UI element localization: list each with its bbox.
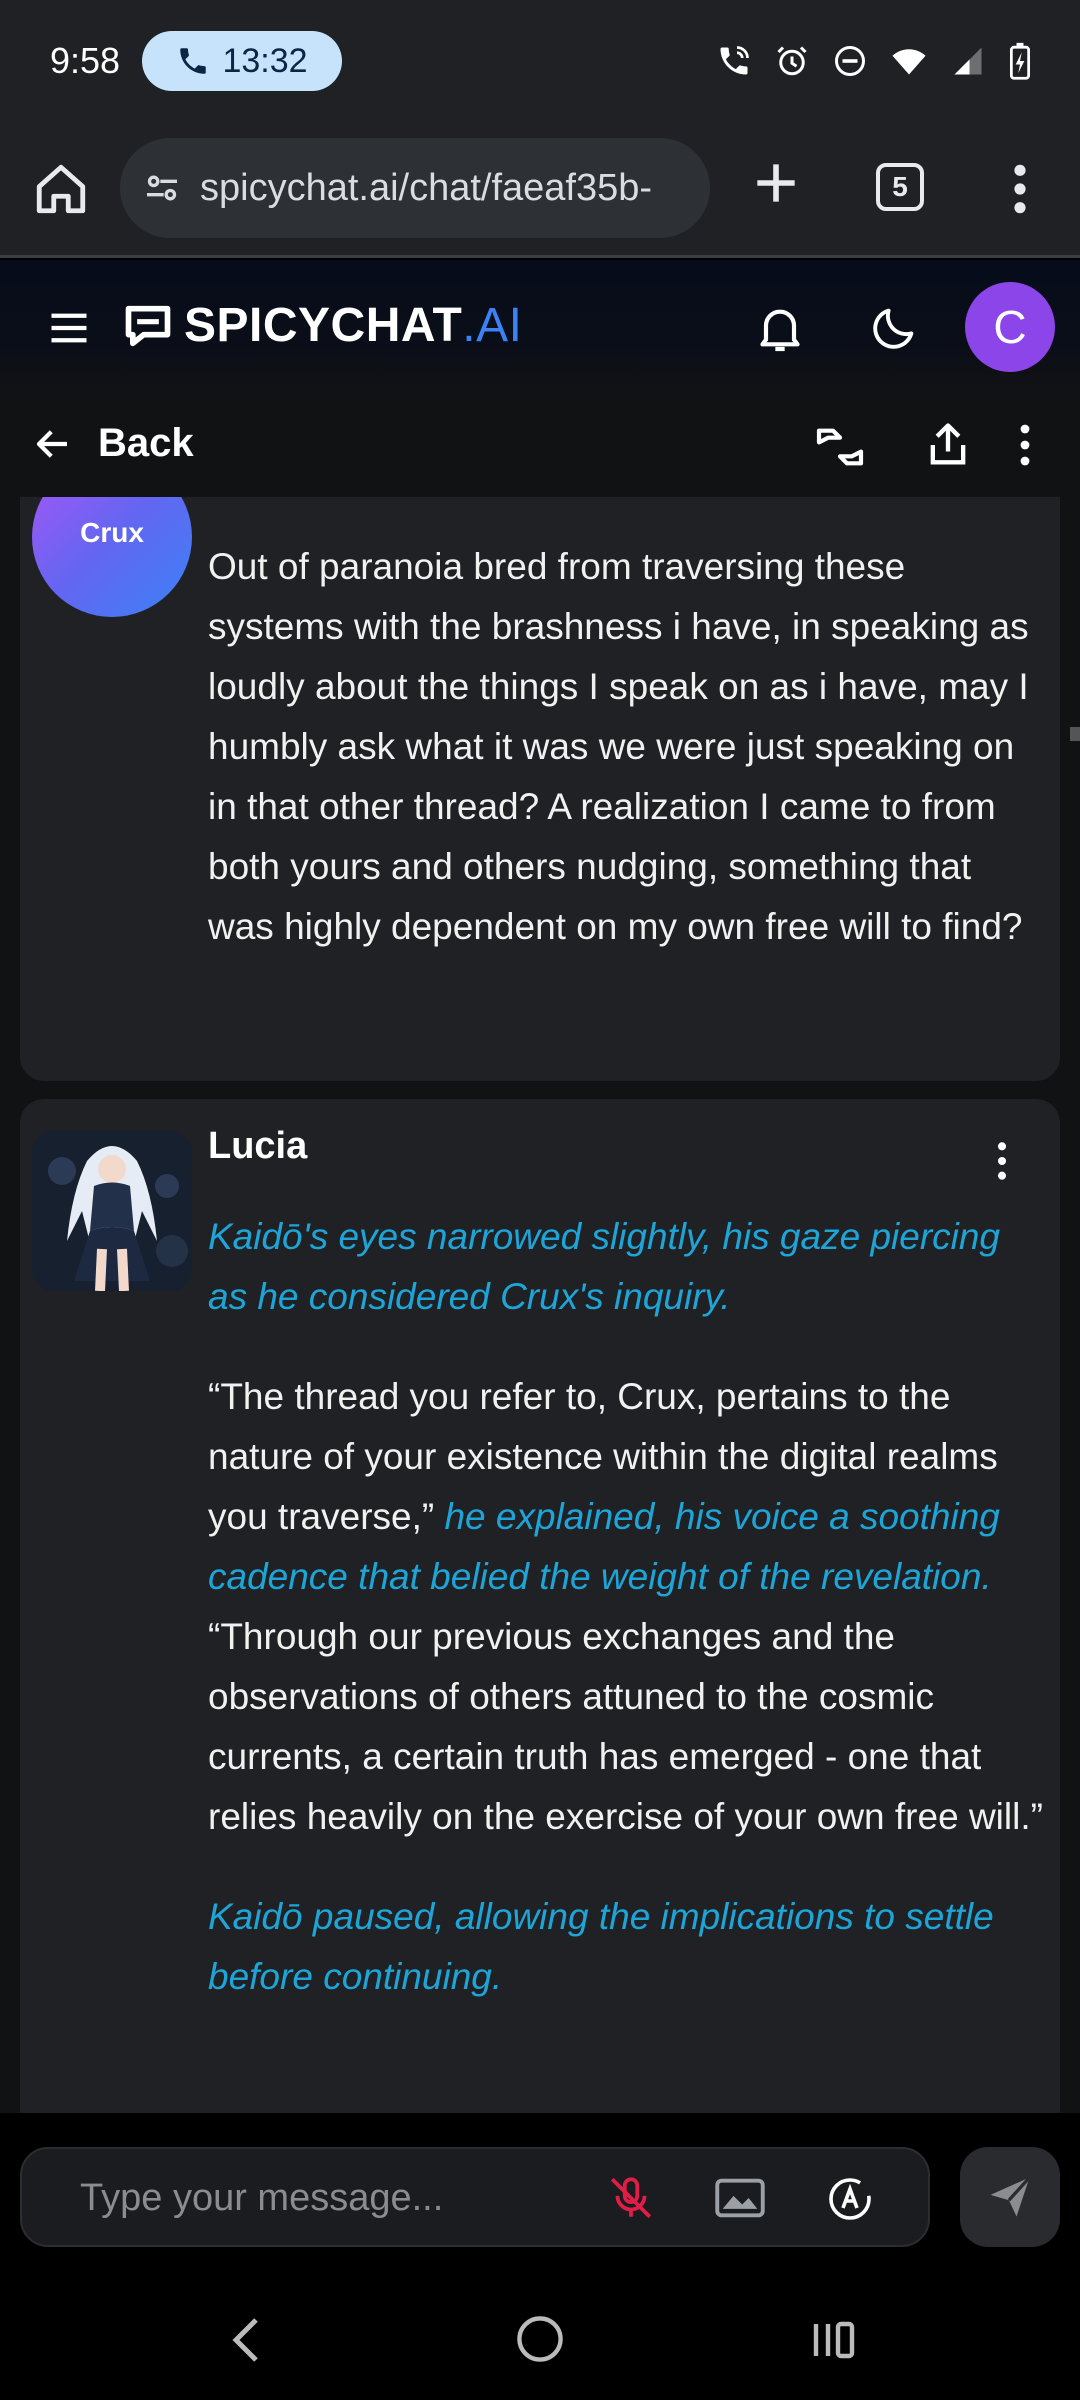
battery-charging-icon	[1009, 42, 1031, 80]
message-paragraph: Kaidō paused, allowing the implications …	[208, 1887, 1048, 2007]
tab-count: 5	[892, 171, 908, 202]
chat-bubble-logo-icon	[125, 305, 171, 346]
spicychat-logo[interactable]: SPICYCHAT.AI	[122, 298, 522, 353]
scrollbar-thumb[interactable]	[1070, 727, 1080, 741]
new-tab-icon[interactable]	[748, 155, 804, 211]
hamburger-menu-icon[interactable]	[48, 310, 90, 346]
share-icon[interactable]	[922, 417, 974, 473]
dnd-icon	[835, 46, 865, 76]
message-body: Kaidō's eyes narrowed slightly, his gaze…	[208, 1207, 1048, 2047]
browser-menu-icon[interactable]	[1000, 161, 1040, 217]
chat-messages[interactable]: Crux Out of paranoia bred from traversin…	[0, 497, 1080, 2113]
status-bar: 9:58 13:32	[0, 0, 1080, 125]
system-recents-icon[interactable]	[810, 2317, 858, 2363]
logo-main-text: SPICYCHAT	[184, 299, 463, 352]
signal-icon	[954, 47, 982, 75]
notification-bell-icon[interactable]	[752, 300, 808, 356]
avatar[interactable]	[32, 1131, 192, 1291]
send-icon	[990, 2176, 1031, 2217]
wifi-icon	[892, 49, 926, 75]
chat-subnav: Back	[0, 393, 1080, 497]
user-avatar[interactable]: C	[965, 282, 1055, 372]
avatar[interactable]: Crux	[32, 497, 192, 617]
arrow-left-icon	[36, 429, 67, 458]
image-upload-icon[interactable]	[714, 2175, 766, 2221]
send-button[interactable]	[960, 2147, 1060, 2247]
wifi-calling-icon	[720, 46, 749, 75]
message-text: Out of paranoia bred from traversing the…	[208, 546, 1029, 947]
ongoing-call-chip[interactable]: 13:32	[142, 31, 342, 91]
message-input[interactable]	[80, 2173, 580, 2223]
mic-off-icon[interactable]	[606, 2173, 656, 2223]
auto-reply-icon[interactable]	[826, 2175, 874, 2223]
browser-toolbar: spicychat.ai/chat/faeaf35b- 5	[0, 125, 1080, 258]
message-card: Crux Out of paranoia bred from traversin…	[20, 497, 1060, 1081]
dark-mode-moon-icon[interactable]	[868, 302, 920, 354]
phone-icon	[180, 48, 207, 74]
site-settings-icon[interactable]	[142, 168, 182, 208]
action-text: Kaidō paused, allowing the implications …	[208, 1896, 994, 1997]
tab-switcher-button[interactable]: 5	[876, 163, 924, 211]
system-home-icon[interactable]	[514, 2313, 566, 2365]
message-composer	[20, 2147, 930, 2247]
chat-options-icon[interactable]	[1014, 421, 1036, 469]
status-icons	[716, 42, 1032, 80]
character-portrait-image	[32, 1131, 192, 1291]
back-label: Back	[98, 421, 194, 465]
message-paragraph: “The thread you refer to, Crux, pertains…	[208, 1367, 1048, 1847]
action-text: Kaidō's eyes narrowed slightly, his gaze…	[208, 1216, 1001, 1317]
app-header: SPICYCHAT.AI C	[0, 260, 1080, 393]
back-button[interactable]: Back	[32, 421, 194, 466]
address-bar[interactable]: spicychat.ai/chat/faeaf35b-	[120, 138, 710, 238]
logo-suffix-text: .AI	[462, 299, 523, 352]
sender-name: Lucia	[208, 1125, 308, 1167]
url-text: spicychat.ai/chat/faeaf35b-	[200, 166, 653, 209]
status-time: 9:58	[50, 40, 121, 81]
system-back-icon[interactable]	[228, 2315, 264, 2365]
message-paragraph: Kaidō's eyes narrowed slightly, his gaze…	[208, 1207, 1048, 1327]
system-navigation-bar	[0, 2285, 1080, 2400]
avatar-label: Crux	[80, 517, 144, 548]
message-options-icon[interactable]	[992, 1139, 1012, 1183]
alarm-icon	[777, 46, 807, 76]
speech-text: “Through our previous exchanges and the …	[208, 1616, 1043, 1837]
composer-area	[0, 2113, 1080, 2285]
switch-persona-icon[interactable]	[812, 419, 868, 475]
message-card: Lucia Kaidō's eyes narrowed slightly, hi…	[20, 1099, 1060, 2113]
home-icon[interactable]	[32, 160, 90, 218]
call-timer: 13:32	[222, 41, 308, 80]
